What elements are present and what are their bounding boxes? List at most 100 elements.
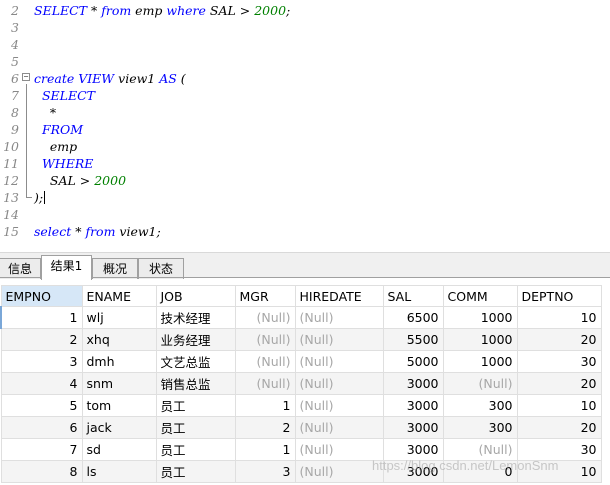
table-row[interactable]: 6 jack 员工 2 (Null) 3000 300 20 (0, 416, 602, 439)
table-row[interactable]: 7 sd 员工 1 (Null) 3000 (Null) 30 (0, 438, 602, 461)
tab-profile[interactable]: 概况 (92, 258, 138, 279)
table-cell-empno[interactable]: 5 (0, 394, 83, 417)
col-header-hiredate[interactable]: HIREDATE (294, 285, 384, 307)
table-cell-sal[interactable]: 3000 (382, 460, 444, 483)
table-row[interactable]: 1 wlj 技术经理 (Null) (Null) 6500 1000 10 (0, 306, 602, 329)
table-cell-ename[interactable]: sd (81, 438, 157, 461)
table-cell-job[interactable]: 员工 (155, 460, 236, 483)
col-header-ename[interactable]: ENAME (81, 285, 157, 307)
table-row[interactable]: 4 snm 销售总监 (Null) (Null) 3000 (Null) 20 (0, 372, 602, 395)
table-cell-deptno[interactable]: 20 (516, 416, 602, 439)
table-cell-hiredate[interactable]: (Null) (294, 438, 384, 461)
code-line[interactable]: 11 WHERE (0, 155, 610, 172)
table-cell-sal[interactable]: 3000 (382, 394, 444, 417)
table-cell-hiredate[interactable]: (Null) (294, 328, 384, 351)
table-cell-sal[interactable]: 3000 (382, 372, 444, 395)
table-cell-comm[interactable]: (Null) (442, 438, 518, 461)
table-cell-empno[interactable]: 8 (0, 460, 83, 483)
table-cell-mgr[interactable]: 2 (234, 416, 296, 439)
table-cell-deptno[interactable]: 10 (516, 306, 602, 329)
tab-status[interactable]: 状态 (138, 258, 184, 279)
col-header-job[interactable]: JOB (155, 285, 236, 307)
table-cell-hiredate[interactable]: (Null) (294, 416, 384, 439)
table-cell-empno[interactable]: 4 (0, 372, 83, 395)
result-grid[interactable]: EMPNO ENAME JOB MGR HIREDATE SAL COMM DE… (0, 285, 610, 485)
table-row[interactable]: 3 dmh 文艺总监 (Null) (Null) 5000 1000 30 (0, 350, 602, 373)
table-row[interactable]: 5 tom 员工 1 (Null) 3000 300 10 (0, 394, 602, 417)
col-header-empno[interactable]: EMPNO (0, 285, 83, 307)
code-line[interactable]: 10 emp (0, 138, 610, 155)
code-line[interactable]: 5 (0, 53, 610, 70)
table-cell-empno[interactable]: 7 (0, 438, 83, 461)
table-cell-empno[interactable]: 3 (0, 350, 83, 373)
table-cell-job[interactable]: 技术经理 (155, 306, 236, 329)
table-row[interactable]: 8 ls 员工 3 (Null) 3000 0 10 (0, 460, 602, 483)
table-cell-deptno[interactable]: 10 (516, 394, 602, 417)
fold-toggle-icon[interactable]: − (22, 73, 30, 81)
table-cell-mgr[interactable]: 3 (234, 460, 296, 483)
code-line[interactable]: 14 (0, 206, 610, 223)
table-cell-comm[interactable]: 300 (442, 394, 518, 417)
table-cell-mgr[interactable]: (Null) (234, 372, 296, 395)
table-cell-mgr[interactable]: (Null) (234, 328, 296, 351)
code-line[interactable]: 3 (0, 19, 610, 36)
table-cell-sal[interactable]: 3000 (382, 416, 444, 439)
table-cell-ename[interactable]: snm (81, 372, 157, 395)
table-cell-deptno[interactable]: 30 (516, 438, 602, 461)
code-line[interactable]: 9 FROM (0, 121, 610, 138)
table-cell-comm[interactable]: 300 (442, 416, 518, 439)
table-cell-hiredate[interactable]: (Null) (294, 372, 384, 395)
table-cell-sal[interactable]: 6500 (382, 306, 444, 329)
table-cell-ename[interactable]: ls (81, 460, 157, 483)
table-cell-deptno[interactable]: 30 (516, 350, 602, 373)
code-line[interactable]: 13); (0, 189, 610, 206)
table-cell-empno[interactable]: 1 (0, 306, 83, 329)
table-cell-comm[interactable]: 1000 (442, 306, 518, 329)
sql-editor[interactable]: 2 SELECT * from emp where SAL > 2000; 3 4 5 6… (0, 0, 610, 252)
table-cell-comm[interactable]: 0 (442, 460, 518, 483)
table-cell-ename[interactable]: wlj (81, 306, 157, 329)
table-cell-job[interactable]: 员工 (155, 416, 236, 439)
code-line[interactable]: 15 select * from view1; (0, 223, 610, 240)
tab-result1[interactable]: 结果1 (41, 255, 92, 280)
table-cell-hiredate[interactable]: (Null) (294, 350, 384, 373)
table-cell-mgr[interactable]: (Null) (234, 306, 296, 329)
code-line[interactable]: 6− create VIEW view1 AS ( (0, 70, 610, 87)
table-cell-hiredate[interactable]: (Null) (294, 394, 384, 417)
code-line[interactable]: 2 SELECT * from emp where SAL > 2000; (0, 2, 610, 19)
table-cell-job[interactable]: 销售总监 (155, 372, 236, 395)
col-header-comm[interactable]: COMM (442, 285, 518, 307)
code-line[interactable]: 8 * (0, 104, 610, 121)
col-header-sal[interactable]: SAL (382, 285, 444, 307)
table-cell-sal[interactable]: 5000 (382, 350, 444, 373)
table-cell-ename[interactable]: dmh (81, 350, 157, 373)
code-line[interactable]: 7 SELECT (0, 87, 610, 104)
table-cell-hiredate[interactable]: (Null) (294, 460, 384, 483)
col-header-mgr[interactable]: MGR (234, 285, 296, 307)
table-cell-mgr[interactable]: 1 (234, 438, 296, 461)
table-row[interactable]: 2 xhq 业务经理 (Null) (Null) 5500 1000 20 (0, 328, 602, 351)
table-cell-ename[interactable]: tom (81, 394, 157, 417)
table-cell-comm[interactable]: 1000 (442, 328, 518, 351)
table-cell-empno[interactable]: 6 (0, 416, 83, 439)
col-header-deptno[interactable]: DEPTNO (516, 285, 602, 307)
table-cell-ename[interactable]: jack (81, 416, 157, 439)
table-cell-sal[interactable]: 3000 (382, 438, 444, 461)
table-cell-ename[interactable]: xhq (81, 328, 157, 351)
table-cell-job[interactable]: 业务经理 (155, 328, 236, 351)
table-cell-empno[interactable]: 2 (0, 328, 83, 351)
tab-info[interactable]: 信息 (0, 258, 41, 279)
code-line[interactable]: 4 (0, 36, 610, 53)
table-cell-deptno[interactable]: 20 (516, 328, 602, 351)
code-line[interactable]: 12 SAL > 2000 (0, 172, 610, 189)
table-cell-hiredate[interactable]: (Null) (294, 306, 384, 329)
table-cell-comm[interactable]: 1000 (442, 350, 518, 373)
table-cell-job[interactable]: 文艺总监 (155, 350, 236, 373)
table-cell-job[interactable]: 员工 (155, 438, 236, 461)
table-cell-comm[interactable]: (Null) (442, 372, 518, 395)
table-cell-mgr[interactable]: 1 (234, 394, 296, 417)
table-cell-job[interactable]: 员工 (155, 394, 236, 417)
table-cell-sal[interactable]: 5500 (382, 328, 444, 351)
table-cell-mgr[interactable]: (Null) (234, 350, 296, 373)
table-cell-deptno[interactable]: 20 (516, 372, 602, 395)
